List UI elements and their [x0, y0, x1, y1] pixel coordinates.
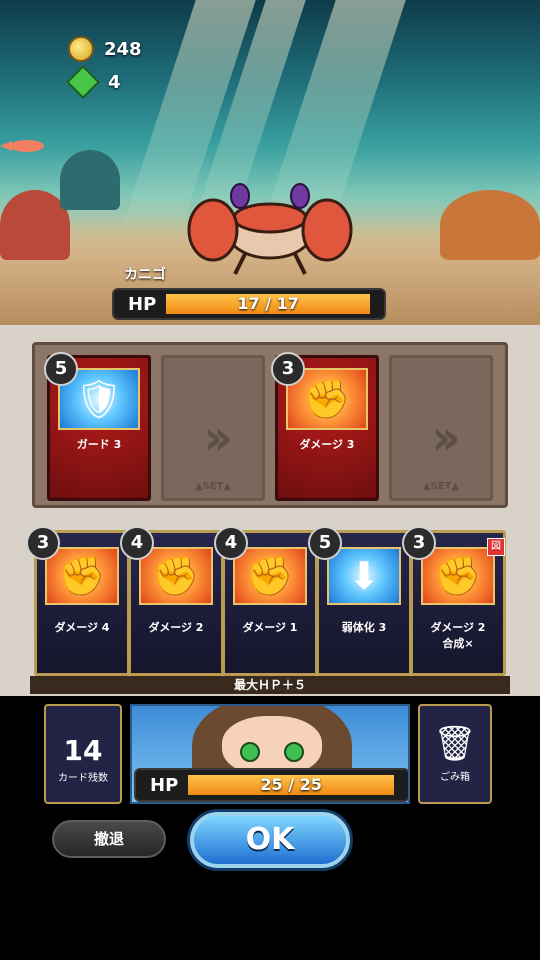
enemy-hp-text: 17 / 17 [237, 294, 299, 313]
enemy-hp-label: HP [128, 293, 157, 315]
cost-badge: 5 [308, 526, 342, 560]
enemy-hp-bar: HP 17 / 17 [112, 288, 386, 320]
trash-button[interactable]: 🗑 ごみ箱 [418, 704, 492, 804]
set-slot-2[interactable]: ›› ▲SET▲ [161, 355, 265, 501]
hand-card-label: ダメージ 2 [148, 621, 204, 634]
chevron-right-icon: ›› [203, 410, 233, 466]
deck-counter[interactable]: 14 カード残数 [44, 704, 122, 804]
battle-scene: 248 4 カニゴ HP 17 / 17 [0, 0, 540, 325]
coral [440, 190, 540, 260]
set-label: ▲SET▲ [422, 481, 460, 492]
cost-badge: 3 [271, 352, 305, 386]
bonus-strip: 最大ＨＰ＋５ [30, 676, 510, 694]
eye [240, 742, 260, 762]
fist-icon: ✊ [152, 554, 200, 598]
purple-fist-icon: ✊ [434, 554, 482, 598]
fish-icon [0, 140, 44, 152]
set-card-frame: 🛡 ガード 3 ›› ▲SET▲ ✊ ダメージ 3 ›› ▲SET▲ [32, 342, 508, 508]
player-hp-bar: HP 25 / 25 [134, 768, 408, 802]
coin-counter: 248 [68, 36, 142, 62]
cost-badge: 4 [214, 526, 248, 560]
gem-icon [66, 65, 100, 99]
chevron-right-icon: ›› [431, 410, 461, 466]
enemy-name: カニゴ [124, 267, 166, 283]
deck-label: カード残数 [58, 773, 108, 784]
arrow-down-icon: ⬇ [348, 554, 380, 598]
gem-value: 4 [108, 71, 121, 93]
trash-icon: 🗑 [433, 724, 477, 764]
coin-icon [68, 36, 94, 62]
no-merge-badge: 図 [487, 538, 505, 556]
deck-count: 14 [63, 734, 103, 767]
seaweed [60, 150, 120, 210]
hand-card-sublabel: 合成× [442, 637, 474, 650]
player-hp-text: 25 / 25 [260, 775, 322, 794]
eye [284, 742, 304, 762]
cost-badge: 3 [402, 526, 436, 560]
shield-icon: 🛡 [74, 377, 124, 421]
fist-icon: ✊ [246, 554, 294, 598]
set-card-label: ガード 3 [76, 438, 122, 451]
player-hp-label: HP [150, 774, 179, 796]
ok-button[interactable]: OK [190, 812, 350, 868]
fist-icon: ✊ [58, 554, 106, 598]
set-slot-4[interactable]: ›› ▲SET▲ [389, 355, 493, 501]
retreat-button[interactable]: 撤退 [52, 820, 166, 858]
set-label: ▲SET▲ [194, 481, 232, 492]
cost-badge: 5 [44, 352, 78, 386]
coin-value: 248 [104, 38, 142, 60]
hand-card-label: ダメージ 1 [242, 621, 298, 634]
hand-card-label: ダメージ 2 [430, 621, 486, 634]
cost-badge: 4 [120, 526, 154, 560]
hand-card-label: 弱体化 3 [341, 621, 387, 634]
crab-enemy[interactable] [185, 182, 355, 277]
trash-label: ごみ箱 [440, 772, 470, 783]
set-card-label: ダメージ 3 [299, 438, 355, 451]
player-portrait: HP 25 / 25 [130, 704, 410, 804]
hand-card-label: ダメージ 4 [54, 621, 110, 634]
cost-badge: 3 [26, 526, 60, 560]
gem-counter: 4 [66, 65, 121, 99]
fist-icon: ✊ [303, 377, 351, 421]
